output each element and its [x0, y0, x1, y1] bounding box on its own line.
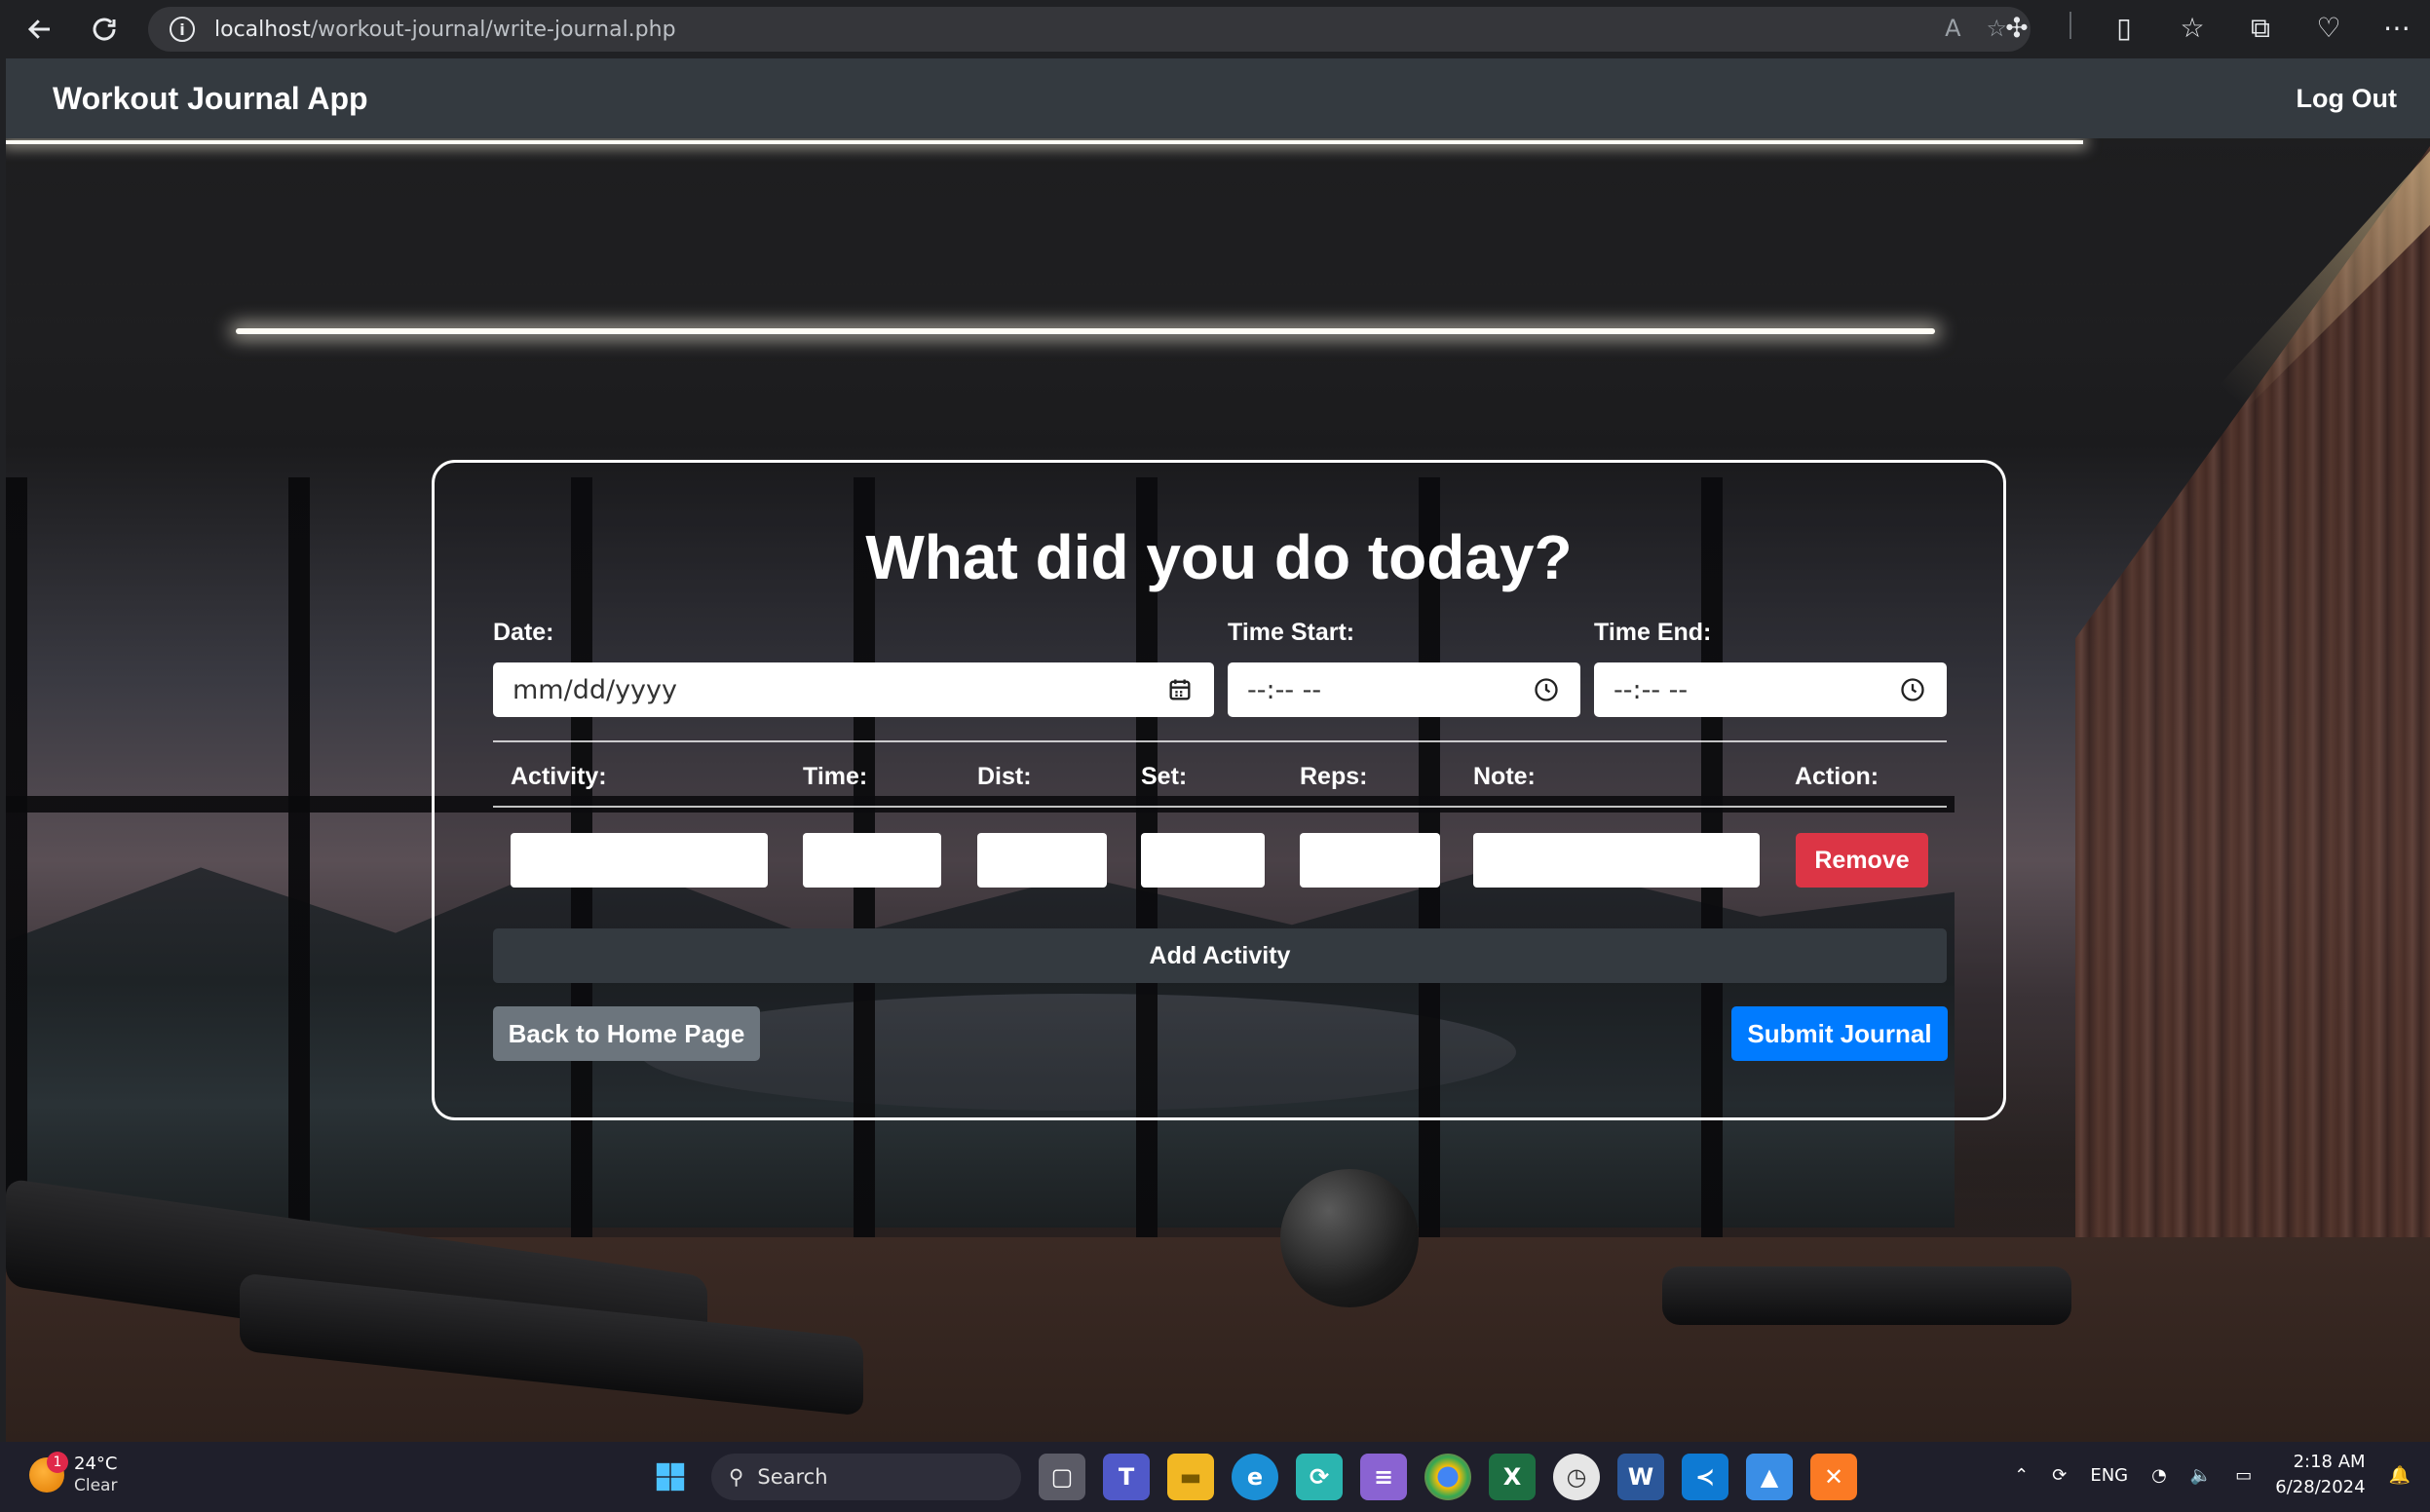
favorites-icon[interactable]: ☆	[2177, 12, 2208, 45]
weather-widget[interactable]: 1 24°C Clear	[29, 1452, 118, 1496]
task-view-icon[interactable]: ▢	[1039, 1454, 1085, 1500]
teams-icon[interactable]: T	[1103, 1454, 1150, 1500]
edge-browser-icon[interactable]: e	[1232, 1454, 1278, 1500]
search-label: Search	[757, 1465, 828, 1489]
site-info-icon[interactable]: i	[170, 17, 195, 42]
sync-status-icon[interactable]: ⟳	[2052, 1465, 2067, 1486]
toolbar-divider	[2069, 12, 2071, 39]
notification-badge: 1	[47, 1452, 68, 1473]
column-header-note: Note:	[1473, 763, 1536, 790]
address-bar[interactable]: i localhost /workout-journal/write-journ…	[148, 7, 2031, 52]
url-path: /workout-journal/write-journal.php	[310, 17, 676, 42]
app-brand[interactable]: Workout Journal App	[53, 81, 368, 117]
split-screen-icon[interactable]: ▯	[2108, 12, 2140, 45]
set-input[interactable]	[1141, 833, 1265, 888]
journal-form-card: What did you do today? Date: mm/dd/yyyy …	[432, 460, 2006, 1120]
extensions-icon[interactable]: ✣	[2001, 12, 2032, 45]
start-menu-icon[interactable]	[647, 1454, 694, 1500]
exercise-ball	[1280, 1169, 1419, 1307]
section-divider	[493, 740, 1947, 742]
read-aloud-icon[interactable]: A	[1945, 15, 1960, 42]
language-indicator[interactable]: ENG	[2090, 1465, 2128, 1486]
column-header-dist: Dist:	[977, 763, 1032, 790]
battery-icon[interactable]: ▭	[2235, 1465, 2252, 1486]
reps-input[interactable]	[1300, 833, 1440, 888]
time-start-label: Time Start:	[1228, 619, 1355, 646]
vscode-icon[interactable]: ≺	[1682, 1454, 1728, 1500]
bench	[1662, 1266, 2071, 1325]
clock-icon[interactable]	[1898, 675, 1927, 704]
clock-time: 2:18 AM	[2293, 1452, 2366, 1472]
weather-condition: Clear	[74, 1476, 118, 1495]
ceiling-light-top	[6, 140, 2083, 144]
note-input[interactable]	[1473, 833, 1760, 888]
weather-moon-icon: 1	[29, 1452, 68, 1493]
add-activity-button[interactable]: Add Activity	[493, 928, 1947, 983]
time-input[interactable]	[803, 833, 941, 888]
column-header-reps: Reps:	[1300, 763, 1368, 790]
ceiling-light-strip	[236, 328, 1935, 334]
app-navbar: Workout Journal App Log Out	[6, 58, 2430, 138]
xampp-icon[interactable]: ✕	[1810, 1454, 1857, 1500]
logout-link[interactable]: Log Out	[2297, 84, 2397, 114]
file-explorer-icon[interactable]: ▬	[1167, 1454, 1214, 1500]
calendar-icon[interactable]	[1165, 675, 1195, 704]
clock-icon[interactable]	[1532, 675, 1561, 704]
clock-app-icon[interactable]: ◷	[1553, 1454, 1600, 1500]
os-taskbar: 1 24°C Clear ⚲ Search ▢ T ▬ e ⟳ ≡ X ◷ W …	[0, 1442, 2430, 1512]
more-options-icon[interactable]: ⋯	[2381, 12, 2412, 45]
notepad-app-icon[interactable]: ≡	[1360, 1454, 1407, 1500]
notification-bell-icon[interactable]: 🔔	[2389, 1465, 2411, 1486]
chrome-icon[interactable]	[1424, 1454, 1471, 1500]
weather-temperature: 24°C	[74, 1454, 118, 1474]
page-title: What did you do today?	[865, 522, 1573, 592]
submit-journal-button[interactable]: Submit Journal	[1731, 1006, 1948, 1061]
time-end-label: Time End:	[1594, 619, 1712, 646]
date-input[interactable]: mm/dd/yyyy	[493, 662, 1214, 717]
excel-icon[interactable]: X	[1489, 1454, 1536, 1500]
system-clock[interactable]: 2:18 AM 6/28/2024	[2275, 1450, 2365, 1500]
taskbar-search[interactable]: ⚲ Search	[711, 1454, 1021, 1500]
time-end-input[interactable]: --:-- --	[1594, 662, 1947, 717]
remove-button[interactable]: Remove	[1796, 833, 1928, 888]
activity-input[interactable]	[511, 833, 768, 888]
volume-icon[interactable]: 🔈	[2190, 1465, 2212, 1486]
date-placeholder: mm/dd/yyyy	[513, 674, 677, 705]
word-icon[interactable]: W	[1617, 1454, 1664, 1500]
time-start-placeholder: --:-- --	[1247, 674, 1322, 705]
distance-input[interactable]	[977, 833, 1107, 888]
wifi-icon[interactable]: ◔	[2151, 1465, 2167, 1486]
back-to-home-button[interactable]: Back to Home Page	[493, 1006, 760, 1061]
collections-icon[interactable]: ⧉	[2245, 12, 2276, 45]
time-start-input[interactable]: --:-- --	[1228, 662, 1580, 717]
url-host: localhost	[214, 17, 311, 42]
table-header-divider	[493, 806, 1947, 808]
reload-icon[interactable]	[80, 5, 129, 54]
clock-date: 6/28/2024	[2275, 1477, 2366, 1497]
system-tray: ⌃ ⟳ ENG ◔ 🔈 ▭ 2:18 AM 6/28/2024 🔔	[2014, 1450, 2411, 1500]
chevron-up-icon[interactable]: ⌃	[2014, 1465, 2029, 1486]
back-arrow-icon[interactable]	[16, 5, 64, 54]
column-header-set: Set:	[1141, 763, 1188, 790]
browser-essentials-icon[interactable]: ♡	[2313, 12, 2344, 45]
date-label: Date:	[493, 619, 554, 646]
browser-toolbar: i localhost /workout-journal/write-journ…	[0, 0, 2430, 58]
search-icon: ⚲	[729, 1465, 744, 1489]
column-header-time: Time:	[803, 763, 868, 790]
photos-app-icon[interactable]: ▲	[1746, 1454, 1793, 1500]
column-header-activity: Activity:	[511, 763, 607, 790]
time-end-placeholder: --:-- --	[1614, 674, 1689, 705]
column-header-action: Action:	[1795, 763, 1879, 790]
sync-app-icon[interactable]: ⟳	[1296, 1454, 1343, 1500]
